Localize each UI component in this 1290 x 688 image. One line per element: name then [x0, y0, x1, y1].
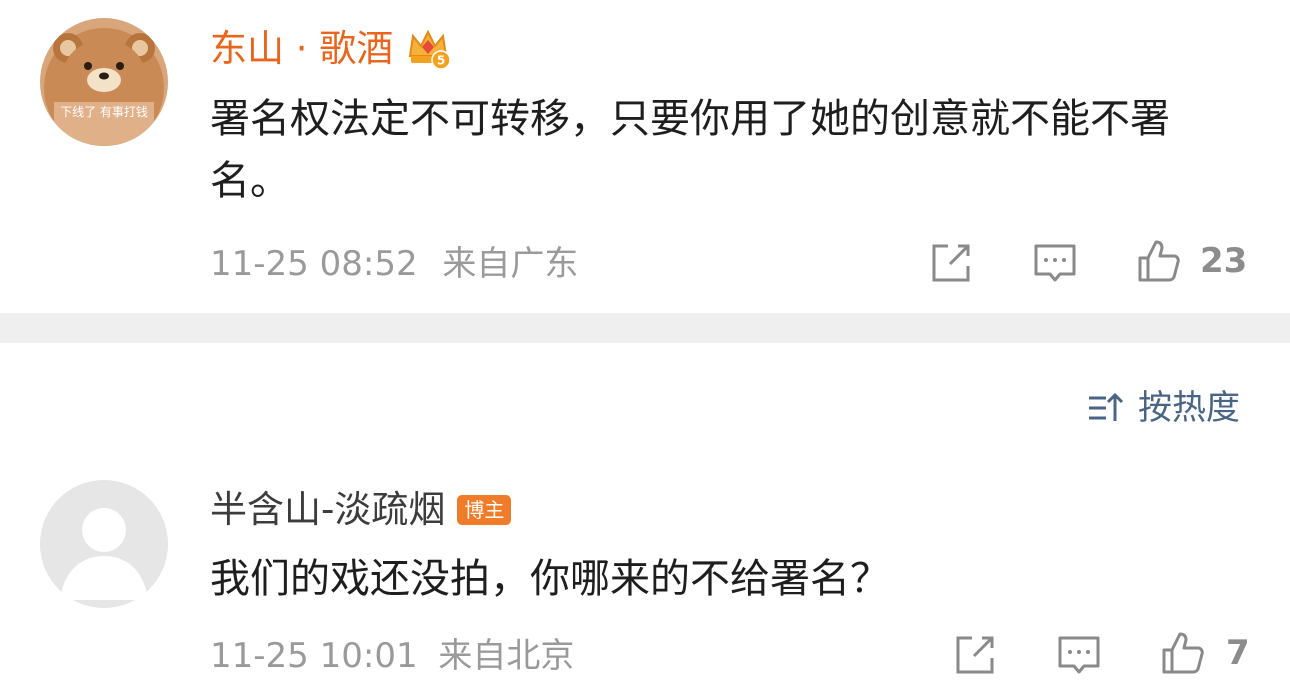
comment-1-header: 东山 · 歌酒 5: [210, 26, 452, 72]
share-button[interactable]: [952, 632, 998, 682]
comment-icon: [1034, 244, 1076, 282]
sort-label: 按热度: [1138, 388, 1240, 428]
avatar[interactable]: [40, 480, 168, 608]
share-icon: [956, 636, 994, 674]
comment-icon: [1058, 636, 1100, 674]
sort-by-heat-button[interactable]: 按热度: [1086, 388, 1240, 428]
avatar[interactable]: 下线了 有事打钱: [40, 18, 168, 146]
sort-icon: [1089, 392, 1124, 421]
comment-time: 11-25 10:01: [210, 636, 418, 676]
vip-level: 5: [437, 54, 445, 68]
thumbs-up-icon: [1138, 240, 1180, 282]
share-button[interactable]: [928, 240, 974, 290]
comment-time: 11-25 08:52: [210, 244, 418, 284]
comment-text: 署名权法定不可转移，只要你用了她的创意就不能不署名。: [210, 96, 1170, 204]
like-button[interactable]: 7: [1160, 630, 1250, 676]
comment-meta: 11-25 10:01 来自北京: [210, 636, 574, 676]
author-badge: 博主: [457, 495, 512, 525]
comment-2-header: 半含山-淡疏烟 博主: [210, 488, 512, 532]
avatar-caption: 下线了 有事打钱: [60, 104, 148, 119]
comment-location: 来自广东: [442, 244, 579, 284]
bear-avatar-image: 下线了 有事打钱: [40, 18, 168, 146]
vip-crown-icon[interactable]: 5: [405, 26, 452, 72]
comment-meta: 11-25 08:52 来自广东: [210, 244, 578, 284]
username[interactable]: 半含山-淡疏烟: [210, 488, 445, 532]
share-icon: [932, 244, 970, 282]
comment-location: 来自北京: [438, 636, 575, 676]
section-divider: [0, 313, 1290, 343]
username[interactable]: 东山 · 歌酒: [210, 27, 393, 71]
reply-button[interactable]: [1032, 240, 1078, 290]
thumbs-up-icon: [1162, 632, 1204, 674]
like-count: 23: [1200, 241, 1248, 281]
comment-text: 我们的戏还没拍，你哪来的不给署名？: [210, 556, 890, 602]
default-avatar-icon: [40, 480, 168, 608]
like-button[interactable]: 23: [1136, 238, 1247, 284]
reply-button[interactable]: [1056, 632, 1102, 682]
like-count: 7: [1226, 633, 1250, 673]
